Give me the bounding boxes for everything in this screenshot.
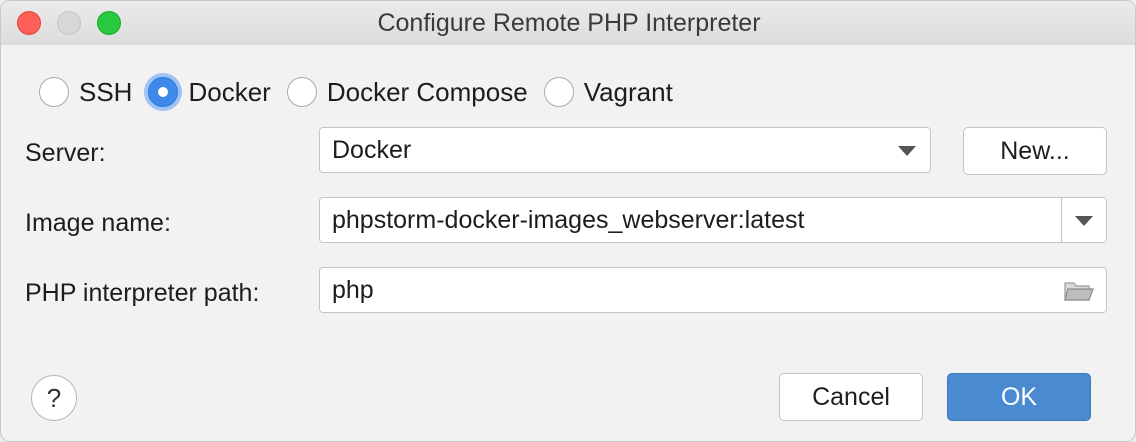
image-name-value: phpstorm-docker-images_webserver:latest	[332, 206, 805, 234]
chevron-down-icon[interactable]	[1075, 216, 1093, 226]
radio-label: Vagrant	[583, 76, 673, 107]
folder-open-icon[interactable]	[1064, 280, 1094, 302]
help-button[interactable]: ?	[31, 375, 77, 421]
interpreter-path-value: php	[332, 276, 374, 304]
server-select-value: Docker	[332, 136, 412, 164]
interpreter-path-input[interactable]: php	[319, 267, 1107, 313]
image-name-label: Image name:	[25, 209, 171, 237]
server-select[interactable]: Docker	[319, 127, 931, 173]
radio-label: Docker	[188, 76, 271, 107]
dialog-window: Configure Remote PHP Interpreter SSH Doc…	[0, 0, 1136, 442]
chevron-down-icon[interactable]	[898, 146, 916, 156]
radio-button-selected-icon[interactable]	[148, 77, 179, 107]
title-bar: Configure Remote PHP Interpreter	[1, 1, 1135, 46]
server-label: Server:	[25, 139, 106, 167]
interpreter-path-label: PHP interpreter path:	[25, 279, 260, 307]
combo-divider	[1061, 198, 1062, 242]
radio-button-icon[interactable]	[543, 77, 574, 107]
radio-docker[interactable]: Docker	[148, 76, 271, 108]
dialog-content: SSH Docker Docker Compose Vagrant Server…	[1, 45, 1135, 441]
radio-ssh[interactable]: SSH	[39, 77, 132, 108]
dialog-title: Configure Remote PHP Interpreter	[377, 9, 761, 37]
image-name-input[interactable]: phpstorm-docker-images_webserver:latest	[319, 197, 1107, 243]
radio-button-icon[interactable]	[39, 77, 69, 107]
radio-vagrant[interactable]: Vagrant	[543, 76, 673, 108]
radio-button-icon[interactable]	[286, 77, 317, 107]
connection-type-group: SSH Docker Docker Compose Vagrant	[39, 75, 689, 109]
cancel-button[interactable]: Cancel	[779, 373, 923, 421]
radio-docker-compose[interactable]: Docker Compose	[286, 76, 528, 108]
ok-button[interactable]: OK	[947, 373, 1091, 421]
radio-label: SSH	[79, 76, 133, 107]
radio-label: Docker Compose	[326, 76, 528, 107]
new-server-button[interactable]: New...	[963, 127, 1107, 175]
